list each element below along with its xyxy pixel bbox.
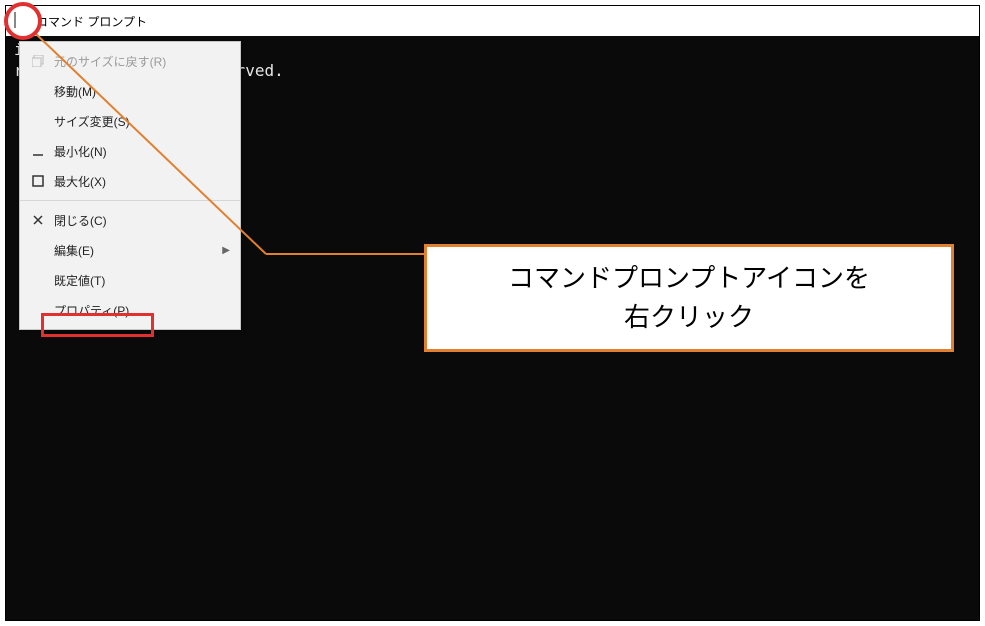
system-menu: 元のサイズに戻す(R) 移動(M) サイズ変更(S) 最小化(N) 最大化(X)	[19, 41, 241, 330]
move-icon	[28, 83, 48, 99]
menu-defaults-label: 既定値(T)	[54, 272, 230, 289]
menu-size-label: サイズ変更(S)	[54, 113, 230, 130]
menu-move[interactable]: 移動(M)	[20, 76, 240, 106]
menu-restore: 元のサイズに戻す(R)	[20, 46, 240, 76]
restore-icon	[28, 53, 48, 69]
maximize-icon	[28, 173, 48, 189]
menu-close-label: 閉じる(C)	[54, 212, 230, 229]
menu-maximize[interactable]: 最大化(X)	[20, 166, 240, 196]
menu-edit-label: 編集(E)	[54, 242, 222, 259]
chevron-right-icon: ▶	[222, 245, 230, 256]
size-icon	[28, 113, 48, 129]
menu-defaults[interactable]: 既定値(T)	[20, 265, 240, 295]
minimize-icon	[28, 143, 48, 159]
edit-icon	[28, 242, 48, 258]
menu-edit[interactable]: 編集(E) ▶	[20, 235, 240, 265]
menu-minimize[interactable]: 最小化(N)	[20, 136, 240, 166]
menu-minimize-label: 最小化(N)	[54, 143, 230, 160]
command-prompt-window: コマンド プロンプト ion 10.0.18363.1016] ration. …	[5, 5, 980, 621]
defaults-icon	[28, 272, 48, 288]
menu-properties[interactable]: プロパティ(P)	[20, 295, 240, 325]
annotation-callout: コマンドプロンプトアイコンを 右クリック	[424, 244, 954, 352]
cmd-icon[interactable]	[14, 13, 30, 29]
menu-size[interactable]: サイズ変更(S)	[20, 106, 240, 136]
callout-line-1: コマンドプロンプトアイコンを	[508, 259, 870, 298]
menu-close[interactable]: 閉じる(C)	[20, 205, 240, 235]
window-title: コマンド プロンプト	[36, 13, 147, 30]
menu-move-label: 移動(M)	[54, 83, 230, 100]
menu-separator	[20, 200, 240, 201]
menu-properties-label: プロパティ(P)	[54, 302, 230, 319]
menu-restore-label: 元のサイズに戻す(R)	[54, 53, 230, 70]
titlebar[interactable]: コマンド プロンプト	[6, 6, 979, 36]
callout-line-2: 右クリック	[624, 298, 754, 337]
close-icon	[28, 212, 48, 228]
properties-icon	[28, 302, 48, 318]
menu-maximize-label: 最大化(X)	[54, 173, 230, 190]
